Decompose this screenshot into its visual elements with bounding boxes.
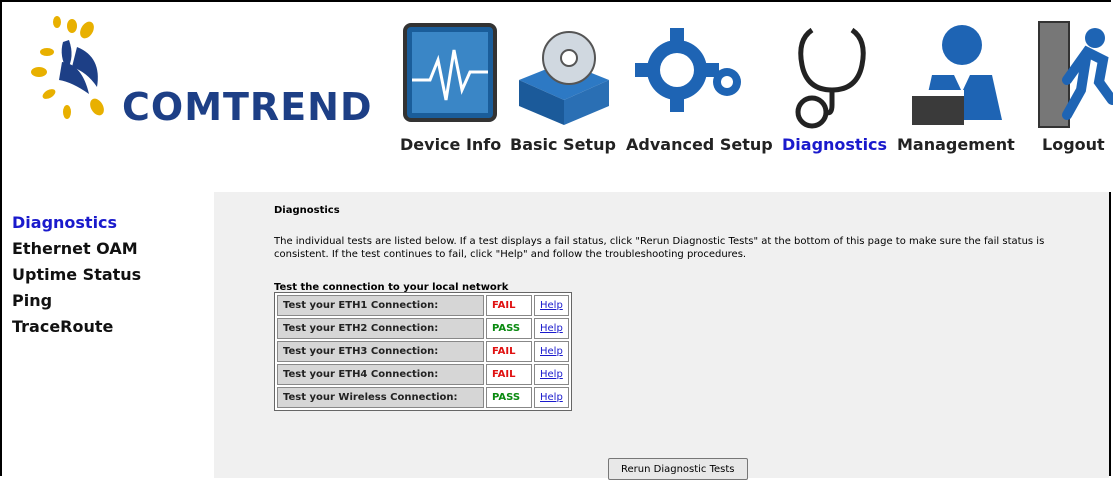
sidebar: Diagnostics Ethernet OAM Uptime Status P… bbox=[2, 192, 214, 478]
management-icon[interactable] bbox=[907, 20, 1017, 130]
nav-diagnostics[interactable]: Diagnostics bbox=[782, 135, 887, 154]
diagnostics-table: Test your ETH1 Connection: FAIL Help Tes… bbox=[274, 292, 572, 411]
rerun-diagnostic-tests-button[interactable]: Rerun Diagnostic Tests bbox=[608, 458, 748, 480]
help-link[interactable]: Help bbox=[540, 346, 563, 357]
page-title: Diagnostics bbox=[274, 205, 340, 216]
test-name: Test your ETH1 Connection: bbox=[277, 295, 484, 316]
status-badge: FAIL bbox=[486, 295, 532, 316]
page-description: The individual tests are listed below. I… bbox=[274, 236, 1045, 260]
logo-burst-icon bbox=[31, 16, 104, 119]
test-name: Test your ETH3 Connection: bbox=[277, 341, 484, 362]
status-badge: FAIL bbox=[486, 364, 532, 385]
sidebar-item-traceroute[interactable]: TraceRoute bbox=[12, 317, 113, 336]
help-link[interactable]: Help bbox=[540, 300, 563, 311]
sidebar-item-uptime-status[interactable]: Uptime Status bbox=[12, 265, 141, 284]
sidebar-item-ping[interactable]: Ping bbox=[12, 291, 52, 310]
table-row: Test your ETH1 Connection: FAIL Help bbox=[277, 295, 569, 316]
logout-icon[interactable] bbox=[1037, 20, 1113, 130]
help-link[interactable]: Help bbox=[540, 323, 563, 334]
header: COMTREND Device Info Basic Setup Advance… bbox=[2, 2, 1113, 192]
basic-setup-icon[interactable] bbox=[509, 20, 619, 130]
test-name: Test your ETH2 Connection: bbox=[277, 318, 484, 339]
nav-logout[interactable]: Logout bbox=[1042, 135, 1105, 154]
test-name: Test your ETH4 Connection: bbox=[277, 364, 484, 385]
nav-management[interactable]: Management bbox=[897, 135, 1015, 154]
sidebar-item-diagnostics[interactable]: Diagnostics bbox=[12, 213, 117, 232]
nav-advanced-setup[interactable]: Advanced Setup bbox=[626, 135, 773, 154]
brand-name: COMTREND bbox=[122, 85, 373, 129]
table-row: Test your ETH3 Connection: FAIL Help bbox=[277, 341, 569, 362]
table-row: Test your ETH4 Connection: FAIL Help bbox=[277, 364, 569, 385]
status-badge: PASS bbox=[486, 387, 532, 408]
status-badge: PASS bbox=[486, 318, 532, 339]
nav-basic-setup[interactable]: Basic Setup bbox=[510, 135, 616, 154]
nav-device-info[interactable]: Device Info bbox=[400, 135, 501, 154]
device-info-icon[interactable] bbox=[400, 20, 510, 130]
main-panel: Diagnostics The individual tests are lis… bbox=[214, 192, 1109, 480]
comtrend-logo: COMTREND bbox=[27, 12, 372, 142]
status-badge: FAIL bbox=[486, 341, 532, 362]
help-link[interactable]: Help bbox=[540, 369, 563, 380]
help-link[interactable]: Help bbox=[540, 392, 563, 403]
table-row: Test your Wireless Connection: PASS Help bbox=[277, 387, 569, 408]
sidebar-item-ethernet-oam[interactable]: Ethernet OAM bbox=[12, 239, 138, 258]
advanced-setup-icon[interactable] bbox=[622, 20, 752, 130]
stethoscope-icon[interactable] bbox=[782, 20, 882, 130]
test-name: Test your Wireless Connection: bbox=[277, 387, 484, 408]
table-row: Test your ETH2 Connection: PASS Help bbox=[277, 318, 569, 339]
